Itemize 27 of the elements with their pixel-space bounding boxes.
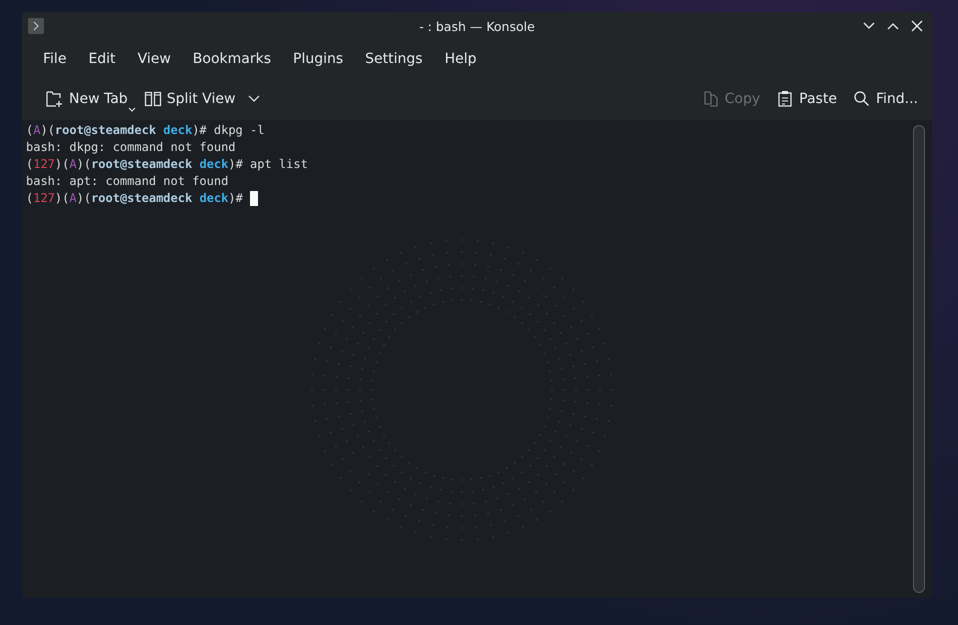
- split-view-icon: [144, 90, 162, 108]
- menu-item[interactable]: Plugins: [282, 51, 354, 67]
- terminal-line: (127)(A)(root@steamdeck deck)#: [26, 190, 913, 207]
- caret-icon: [128, 107, 136, 113]
- clipboard-icon: [776, 90, 794, 108]
- menu-item[interactable]: File: [32, 51, 78, 67]
- new-tab-button[interactable]: New Tab: [38, 85, 134, 113]
- find-button[interactable]: Find...: [846, 86, 924, 112]
- paste-button[interactable]: Paste: [770, 86, 843, 112]
- copy-icon: [702, 90, 720, 108]
- caret-icon[interactable]: [248, 95, 260, 103]
- window-title: - : bash — Konsole: [419, 18, 535, 34]
- split-view-button[interactable]: Split View: [138, 86, 266, 112]
- close-icon[interactable]: [910, 19, 924, 33]
- search-icon: [852, 90, 871, 108]
- terminal-line: bash: dkpg: command not found: [26, 139, 237, 156]
- terminal-icon: [28, 18, 44, 34]
- menu-item[interactable]: Settings: [354, 51, 434, 67]
- menu-item[interactable]: Bookmarks: [182, 51, 282, 67]
- menu-item[interactable]: View: [126, 51, 182, 67]
- menu-item[interactable]: Help: [434, 51, 488, 67]
- new-tab-icon: [44, 89, 64, 109]
- terminal-line: (A)(root@steamdeck deck)# dkpg -l: [26, 122, 266, 139]
- terminal-line: bash: apt: command not found: [26, 173, 230, 190]
- terminal-line: (127)(A)(root@steamdeck deck)# apt list: [26, 156, 309, 173]
- menu-item[interactable]: Edit: [77, 51, 127, 67]
- scrollbar[interactable]: [913, 125, 925, 593]
